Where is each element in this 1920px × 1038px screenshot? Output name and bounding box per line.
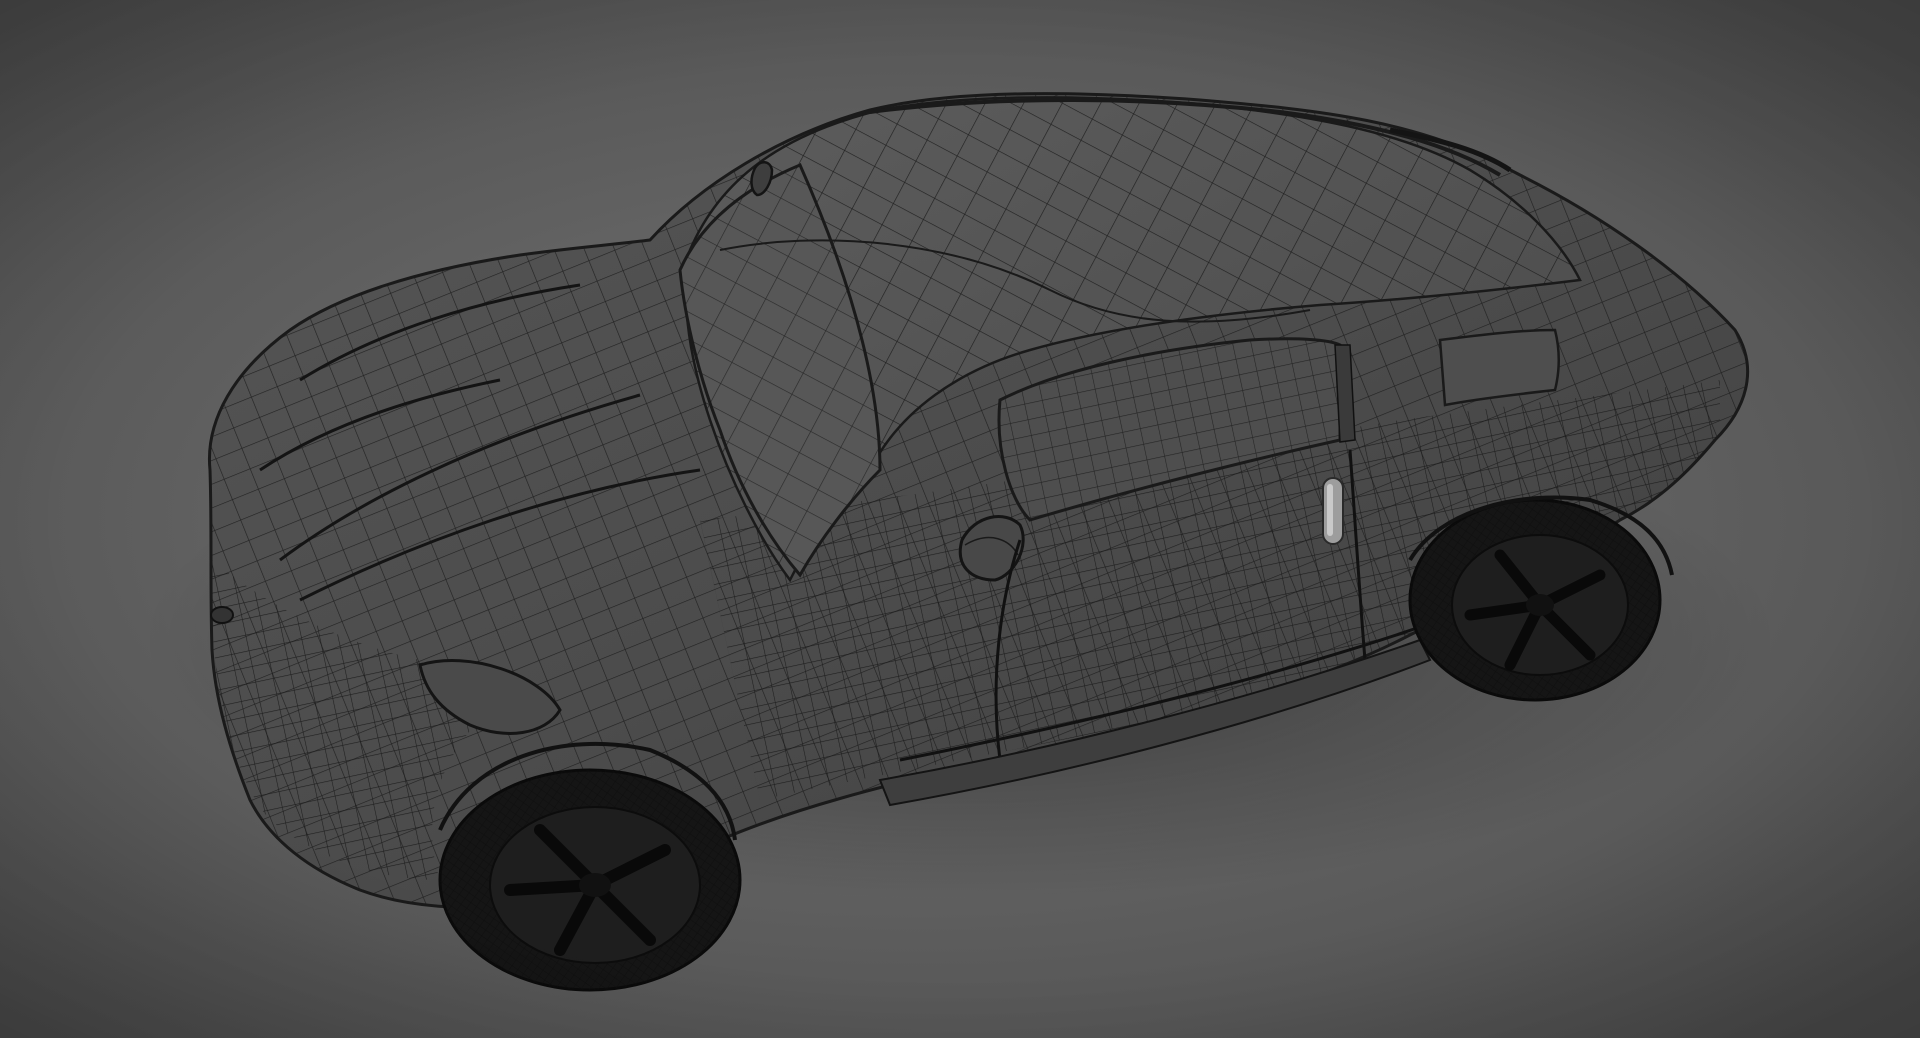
render-viewport [0, 0, 1920, 1038]
front-badge [210, 606, 234, 624]
front-wheel [438, 768, 742, 992]
door-handle [1322, 477, 1344, 545]
car-wireframe-render [140, 92, 1780, 992]
rear-wheel [1408, 498, 1662, 702]
